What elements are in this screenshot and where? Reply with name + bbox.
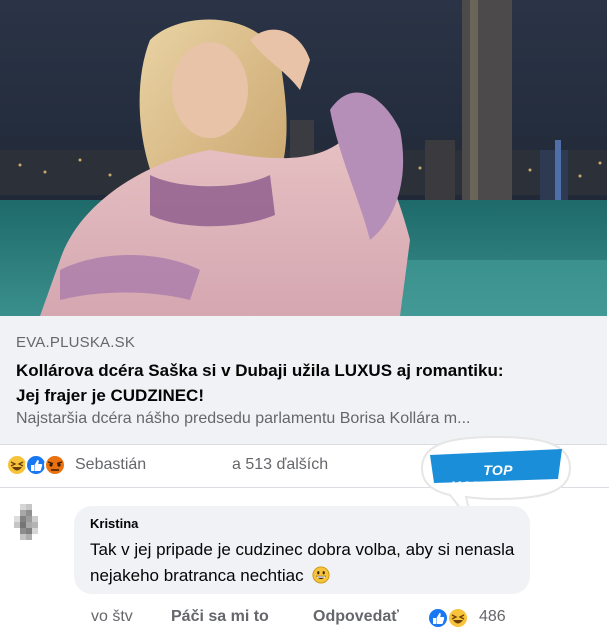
comment-text-block: Tak v jej pripade je cudzinec dobra volb… [90, 537, 520, 589]
link-title-line-1: Kollárova dcéra Saška si v Dubaji užila … [16, 361, 504, 380]
like-icon [25, 454, 47, 476]
badge-label: TOP KOMENTY.SK [450, 462, 546, 494]
link-title-line-2: Jej frajer je CUDZINEC! [16, 386, 204, 405]
reply-button[interactable]: Odpovedať [313, 608, 399, 626]
comment-author[interactable]: Kristina [90, 516, 138, 531]
haha-icon [6, 454, 28, 476]
haha-icon [447, 607, 469, 629]
comment-reaction-icons[interactable] [426, 606, 472, 629]
comment-timestamp[interactable]: vo štv [91, 608, 133, 626]
like-button[interactable]: Páči sa mi to [171, 608, 269, 626]
angry-icon [44, 454, 66, 476]
like-icon [427, 607, 449, 629]
comment-text: Tak v jej pripade je cudzinec dobra volb… [90, 540, 515, 585]
link-domain: EVA.PLUSKA.SK [16, 334, 136, 351]
link-description: Najstaršia dcéra nášho predsedu parlamen… [16, 410, 471, 427]
grinning-face-icon [312, 566, 330, 584]
reaction-icons[interactable] [6, 453, 74, 476]
comment-actions: vo štv Páči sa mi to Odpovedať 486 [0, 604, 609, 632]
link-preview-image[interactable] [0, 0, 607, 316]
link-title[interactable]: Kollárova dcéra Saška si v Dubaji užila … [16, 358, 591, 408]
comment-reaction-count[interactable]: 486 [479, 608, 506, 626]
link-preview-card[interactable]: EVA.PLUSKA.SK Kollárova dcéra Saška si v… [0, 316, 607, 445]
reaction-others-count[interactable]: a 513 ďalších [232, 456, 328, 474]
avatar[interactable] [6, 500, 46, 552]
reaction-user-name[interactable]: Sebastián [75, 456, 146, 474]
dubai-night-photo [0, 0, 607, 316]
comment-bubble[interactable]: Kristina Tak v jej pripade je cudzinec d… [74, 506, 530, 594]
